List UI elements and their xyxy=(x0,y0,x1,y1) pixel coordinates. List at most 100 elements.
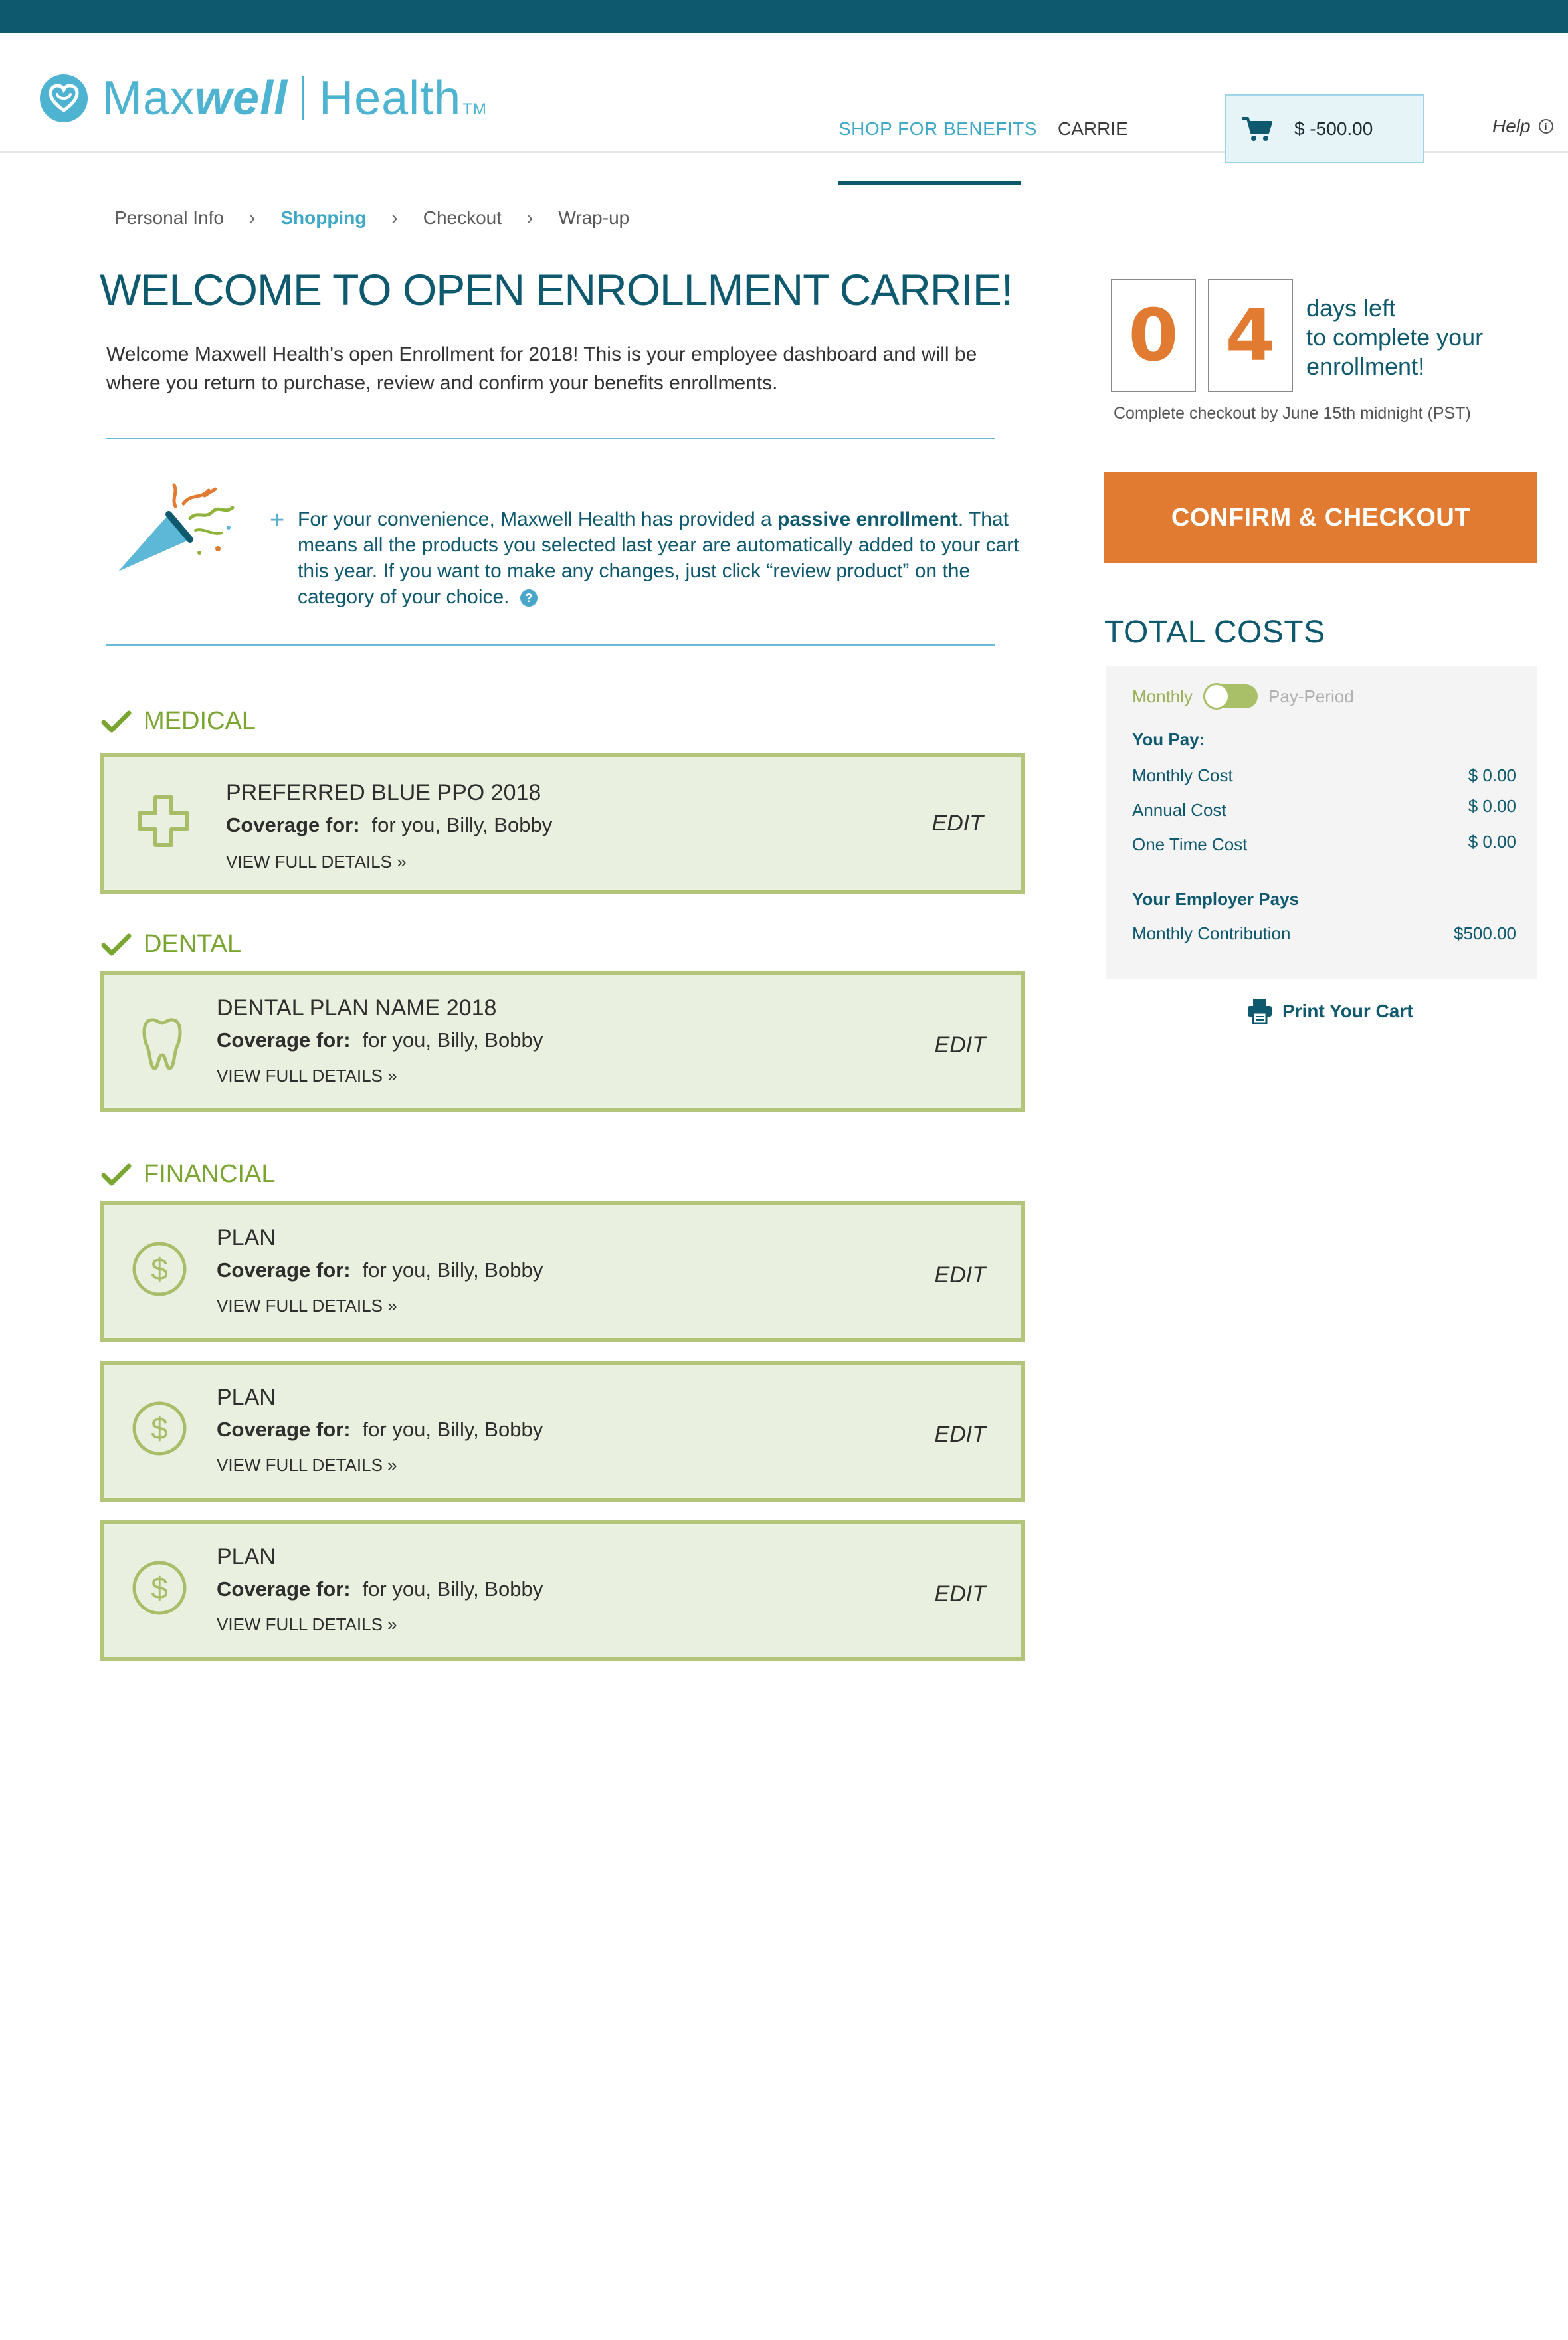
plan-card-financial: $ PLAN Coverage for: for you, Billy, Bobb… xyxy=(100,1201,1025,1342)
section-medical: MEDICAL xyxy=(101,707,256,735)
nav-user-menu[interactable]: CARRIE xyxy=(1058,118,1128,140)
top-bar xyxy=(0,0,1568,33)
employer-pays-label: Your Employer Pays xyxy=(1132,889,1299,909)
view-full-details-link[interactable]: VIEW FULL DETAILS » xyxy=(217,1455,397,1476)
section-title-financial: FINANCIAL xyxy=(144,1160,276,1188)
chevron-right-icon: › xyxy=(249,207,256,228)
welcome-description: Welcome Maxwell Health's open Enrollment… xyxy=(106,343,977,394)
heart-logo-icon xyxy=(40,74,88,122)
confirm-checkout-button[interactable]: CONFIRM & CHECKOUT xyxy=(1104,472,1537,563)
chevron-right-icon: › xyxy=(527,207,534,228)
view-full-details-link[interactable]: VIEW FULL DETAILS » xyxy=(217,1066,397,1086)
checkmark-icon xyxy=(101,933,132,955)
dollar-icon: $ xyxy=(132,1242,187,1296)
svg-text:$: $ xyxy=(151,1571,168,1605)
print-cart-link[interactable]: Print Your Cart xyxy=(1246,998,1413,1024)
help-link[interactable]: Help i xyxy=(1492,116,1553,137)
coverage-value: for you, Billy, Bobby xyxy=(362,1028,543,1052)
toggle-label-pay-period[interactable]: Pay-Period xyxy=(1268,686,1354,707)
nav-shop-for-benefits[interactable]: SHOP FOR BENEFITS xyxy=(838,118,1037,140)
monthly-contribution-value: $500.00 xyxy=(1454,924,1516,943)
logo-separator xyxy=(302,76,305,120)
section-title-medical: MEDICAL xyxy=(144,707,256,735)
medical-cross-icon xyxy=(138,795,189,847)
pay-frequency-toggle-row: Monthly Pay-Period xyxy=(1132,683,1354,710)
logo-text-health: Health xyxy=(319,72,462,125)
plan-name: PREFERRED BLUE PPO 2018 xyxy=(226,780,541,805)
monthly-contribution-row: Monthly Contribution $500.00 xyxy=(1132,924,1516,944)
plan-coverage: Coverage for: for you, Billy, Bobby xyxy=(217,1577,543,1601)
monthly-cost-label: Monthly Cost xyxy=(1132,765,1233,785)
party-popper-icon xyxy=(118,483,235,571)
days-left-text: days left to complete your enrollment! xyxy=(1306,294,1519,381)
chevron-right-icon: › xyxy=(391,207,398,228)
info-icon: i xyxy=(1538,119,1553,134)
coverage-label: Coverage for: xyxy=(217,1418,351,1441)
edit-button[interactable]: EDIT xyxy=(935,1262,986,1288)
maxwell-health-logo[interactable]: Max well Health TM xyxy=(40,72,487,125)
question-icon[interactable]: ? xyxy=(520,589,538,607)
annual-cost-row: Annual Cost $ 0.00 xyxy=(1132,796,1516,821)
cart-amount: $ -500.00 xyxy=(1294,118,1373,139)
coverage-value: for you, Billy, Bobby xyxy=(362,1577,543,1601)
breadcrumb-shopping[interactable]: Shopping xyxy=(280,207,366,229)
logo-wordmark: Max well Health TM xyxy=(102,71,487,126)
days-left-line: to complete your xyxy=(1306,324,1484,351)
breadcrumb-checkout[interactable]: Checkout xyxy=(423,207,502,229)
view-full-details-link[interactable]: VIEW FULL DETAILS » xyxy=(217,1296,397,1316)
edit-button[interactable]: EDIT xyxy=(935,1581,986,1607)
shopping-cart-icon xyxy=(1242,117,1272,141)
print-cart-label: Print Your Cart xyxy=(1282,1001,1413,1021)
plan-name: DENTAL PLAN NAME 2018 xyxy=(217,995,497,1021)
plan-name: PLAN xyxy=(217,1385,276,1410)
plan-card-financial: $ PLAN Coverage for: for you, Billy, Bobb… xyxy=(100,1361,1025,1502)
view-full-details-link[interactable]: VIEW FULL DETAILS » xyxy=(226,852,407,872)
site-header: Max well Health TM SHOP FOR BENEFITS CARRI… xyxy=(0,33,1568,185)
svg-text:$: $ xyxy=(151,1252,168,1286)
total-costs-panel: Monthly Pay-Period You Pay: Monthly Cost… xyxy=(1106,666,1537,979)
countdown-digit-ones: 4 xyxy=(1208,279,1293,392)
coverage-label: Coverage for: xyxy=(226,813,360,836)
annual-cost-label: Annual Cost xyxy=(1132,800,1226,820)
pay-frequency-toggle[interactable] xyxy=(1203,683,1258,710)
one-time-cost-row: One Time Cost $ 0.00 xyxy=(1132,832,1516,855)
coverage-value: for you, Billy, Bobby xyxy=(371,813,553,836)
tooth-icon xyxy=(142,1018,182,1070)
plan-card-financial: $ PLAN Coverage for: for you, Billy, Bobb… xyxy=(100,1520,1025,1661)
edit-button[interactable]: EDIT xyxy=(932,811,983,836)
breadcrumb-wrap-up[interactable]: Wrap-up xyxy=(558,207,629,229)
edit-button[interactable]: EDIT xyxy=(935,1422,986,1448)
plan-coverage: Coverage for: for you, Billy, Bobby xyxy=(217,1258,543,1282)
nav-active-underline xyxy=(838,181,1021,185)
one-time-cost-value: $ 0.00 xyxy=(1468,832,1516,852)
one-time-cost-label: One Time Cost xyxy=(1132,834,1248,854)
dollar-icon: $ xyxy=(132,1561,187,1615)
passive-enrollment-notice: For your convenience, Maxwell Health has… xyxy=(298,506,1042,610)
svg-text:$: $ xyxy=(151,1411,168,1446)
cart-button[interactable]: $ -500.00 xyxy=(1225,94,1424,163)
you-pay-label: You Pay: xyxy=(1132,730,1205,749)
plus-icon: + xyxy=(270,506,285,534)
checkout-deadline: Complete checkout by June 15th midnight … xyxy=(1114,404,1471,423)
help-label: Help xyxy=(1492,116,1531,136)
view-full-details-link[interactable]: VIEW FULL DETAILS » xyxy=(217,1614,397,1635)
dollar-icon: $ xyxy=(132,1401,187,1456)
plan-coverage: Coverage for: for you, Billy, Bobby xyxy=(217,1418,543,1442)
logo-trademark: TM xyxy=(462,100,487,118)
coverage-label: Coverage for: xyxy=(217,1028,351,1052)
toggle-label-monthly[interactable]: Monthly xyxy=(1132,686,1193,707)
checkmark-icon xyxy=(101,1163,132,1185)
total-costs-title: TOTAL COSTS xyxy=(1104,615,1325,650)
days-left-label: days left xyxy=(1306,294,1396,322)
section-dental: DENTAL xyxy=(101,930,241,959)
annual-cost-value: $ 0.00 xyxy=(1468,796,1516,816)
logo-text-well: well xyxy=(195,72,288,125)
divider xyxy=(106,438,995,439)
plan-card-medical: PREFERRED BLUE PPO 2018 Coverage for: for… xyxy=(100,753,1025,894)
toggle-knob xyxy=(1203,683,1230,710)
edit-button[interactable]: EDIT xyxy=(935,1032,986,1058)
plan-coverage: Coverage for: for you, Billy, Bobby xyxy=(217,1028,543,1052)
days-left-line: enrollment! xyxy=(1306,353,1425,380)
breadcrumb-personal-info[interactable]: Personal Info xyxy=(114,207,224,229)
notice-bold: passive enrollment xyxy=(777,508,958,530)
